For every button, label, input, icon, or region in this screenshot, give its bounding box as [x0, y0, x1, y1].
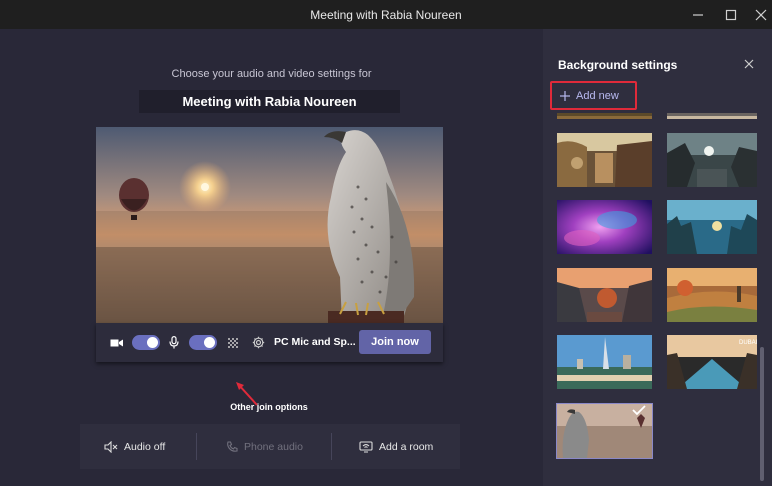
maximize-icon [725, 9, 737, 20]
background-thumbnail[interactable] [667, 133, 757, 187]
speaker-off-icon [104, 440, 118, 453]
camera-icon [110, 323, 124, 362]
audio-off-label: Audio off [124, 440, 166, 453]
background-thumbnail[interactable] [557, 133, 652, 187]
device-settings-button[interactable] [252, 323, 265, 362]
audio-device-label[interactable]: PC Mic and Sp... [274, 336, 356, 348]
prejoin-panel: Choose your audio and video settings for… [0, 29, 543, 486]
other-join-options-heading: Other join options [230, 402, 308, 412]
panel-scrollbar[interactable] [760, 347, 764, 481]
svg-text:DUBAI: DUBAI [739, 340, 757, 346]
window-title: Meeting with Rabia Noureen [310, 8, 462, 22]
add-new-background-button[interactable]: Add new [550, 81, 637, 110]
add-new-label: Add new [576, 89, 619, 102]
phone-audio-label: Phone audio [244, 440, 303, 453]
background-thumbnail[interactable] [667, 200, 757, 254]
close-icon [755, 9, 767, 20]
background-effects-button[interactable] [227, 323, 239, 362]
title-bar: Meeting with Rabia Noureen [0, 0, 772, 29]
background-thumbnail[interactable] [667, 268, 757, 322]
close-panel-icon[interactable] [742, 57, 756, 71]
video-preview [96, 127, 443, 323]
background-thumbnail[interactable] [557, 113, 652, 119]
plus-icon [560, 90, 570, 101]
settings-prompt: Choose your audio and video settings for [171, 68, 372, 80]
background-thumbnail-selected[interactable] [556, 403, 653, 459]
background-thumbnail[interactable] [557, 268, 652, 322]
maximize-button[interactable] [716, 0, 746, 29]
divider [196, 433, 197, 460]
device-controls: PC Mic and Sp... Join now [96, 323, 443, 362]
camera-toggle[interactable] [132, 323, 160, 362]
phone-audio-option[interactable]: Phone audio [226, 424, 303, 469]
background-thumbnail[interactable] [557, 335, 652, 389]
background-settings-panel: Background settings Add new DUBAI [543, 29, 772, 486]
gear-icon [252, 336, 265, 349]
background-effects-icon [228, 337, 238, 348]
background-thumbnail[interactable] [557, 200, 652, 254]
microphone-toggle[interactable] [189, 323, 217, 362]
add-room-option[interactable]: Add a room [359, 424, 433, 469]
join-now-button[interactable]: Join now [359, 330, 431, 354]
panel-title: Background settings [558, 58, 678, 72]
cast-room-icon [359, 440, 373, 453]
join-options-bar: Audio off Phone audio Add a room [80, 424, 460, 469]
add-room-label: Add a room [379, 440, 434, 453]
background-thumbnail[interactable] [667, 113, 762, 119]
close-window-button[interactable] [746, 0, 772, 29]
minimize-icon [693, 13, 703, 16]
minimize-button[interactable] [683, 0, 713, 29]
phone-icon [227, 440, 238, 452]
microphone-icon [169, 323, 179, 362]
divider [331, 433, 332, 460]
background-thumbnail[interactable]: DUBAI [667, 335, 757, 389]
audio-off-option[interactable]: Audio off [104, 424, 165, 469]
meeting-name: Meeting with Rabia Noureen [139, 90, 400, 113]
